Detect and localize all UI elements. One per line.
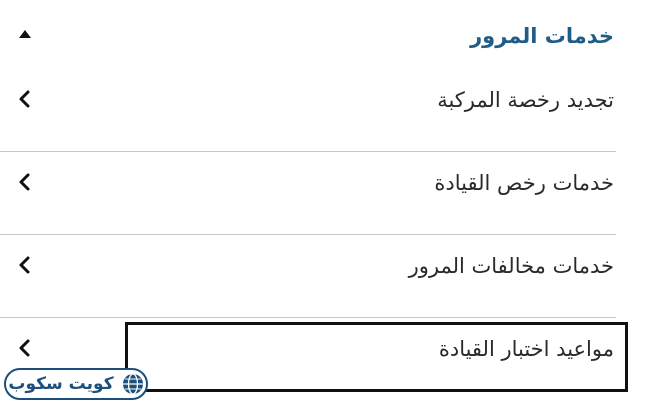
chevron-left-icon <box>19 173 30 191</box>
section-header[interactable]: خدمات المرور <box>0 0 656 72</box>
chevron-left-icon <box>19 90 30 108</box>
watermark-text: كويت سكوب <box>8 374 114 394</box>
divider <box>0 151 616 152</box>
menu-item-label: خدمات رخص القيادة <box>434 171 614 195</box>
menu-item-traffic-violations-services[interactable]: خدمات مخالفات المرور <box>0 242 656 322</box>
menu-item-driving-license-services[interactable]: خدمات رخص القيادة <box>0 159 656 239</box>
menu-item-renew-vehicle-license[interactable]: تجديد رخصة المركبة <box>0 76 656 156</box>
chevron-left-icon <box>19 339 30 357</box>
section-title: خدمات المرور <box>470 24 614 48</box>
globe-icon <box>122 373 143 395</box>
divider <box>0 317 616 318</box>
watermark-logo: كويت سكوب <box>4 368 148 400</box>
divider <box>0 234 616 235</box>
menu-item-label: خدمات مخالفات المرور <box>408 254 614 278</box>
menu-item-label: تجديد رخصة المركبة <box>437 88 614 112</box>
chevron-left-icon <box>19 256 30 274</box>
highlight-box <box>125 322 628 392</box>
caret-up-icon[interactable] <box>19 30 31 38</box>
